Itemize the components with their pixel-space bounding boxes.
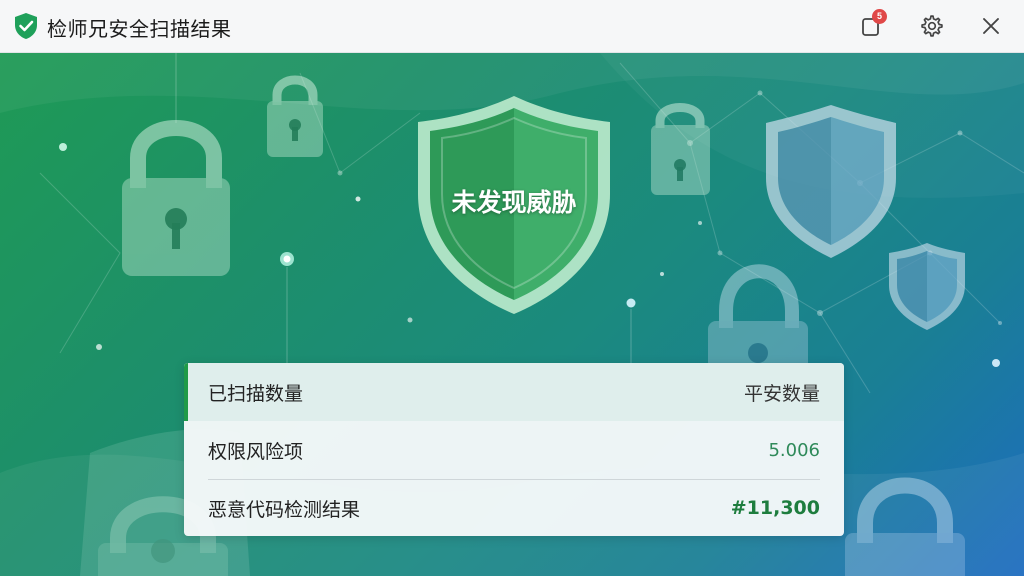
scan-result-window: 检师兄安全扫描结果 5 未发现威胁 已扫描数量 平安数量 权限风险项 5.006… bbox=[0, 0, 1024, 576]
scan-status-text: 未发现威胁 bbox=[451, 188, 577, 217]
result-value: 平安数量 bbox=[743, 382, 820, 405]
result-value: #11,300 bbox=[730, 497, 820, 519]
close-button[interactable] bbox=[973, 9, 1009, 43]
notification-button[interactable]: 5 bbox=[853, 9, 889, 43]
result-value: 5.006 bbox=[768, 439, 820, 461]
scan-status-hero: 未发现威胁 已扫描数量 平安数量 权限风险项 5.006 恶意代码检测结果 #1… bbox=[0, 53, 1024, 576]
title-bar: 检师兄安全扫描结果 5 bbox=[0, 0, 1024, 53]
gear-icon bbox=[921, 15, 943, 37]
shield-check-icon bbox=[15, 13, 37, 39]
result-row-permission-risk[interactable]: 权限风险项 5.006 bbox=[184, 421, 844, 479]
scan-results-panel: 已扫描数量 平安数量 权限风险项 5.006 恶意代码检测结果 #11,300 bbox=[184, 363, 844, 536]
notification-badge: 5 bbox=[872, 9, 887, 24]
result-label: 已扫描数量 bbox=[208, 382, 304, 405]
result-label: 权限风险项 bbox=[208, 440, 304, 463]
result-label: 恶意代码检测结果 bbox=[208, 498, 361, 521]
result-row-scanned-count[interactable]: 已扫描数量 平安数量 bbox=[184, 363, 844, 421]
close-icon bbox=[983, 18, 999, 34]
settings-button[interactable] bbox=[914, 9, 950, 43]
result-row-malware-detection[interactable]: 恶意代码检测结果 #11,300 bbox=[184, 479, 844, 536]
window-title: 检师兄安全扫描结果 bbox=[47, 17, 232, 41]
